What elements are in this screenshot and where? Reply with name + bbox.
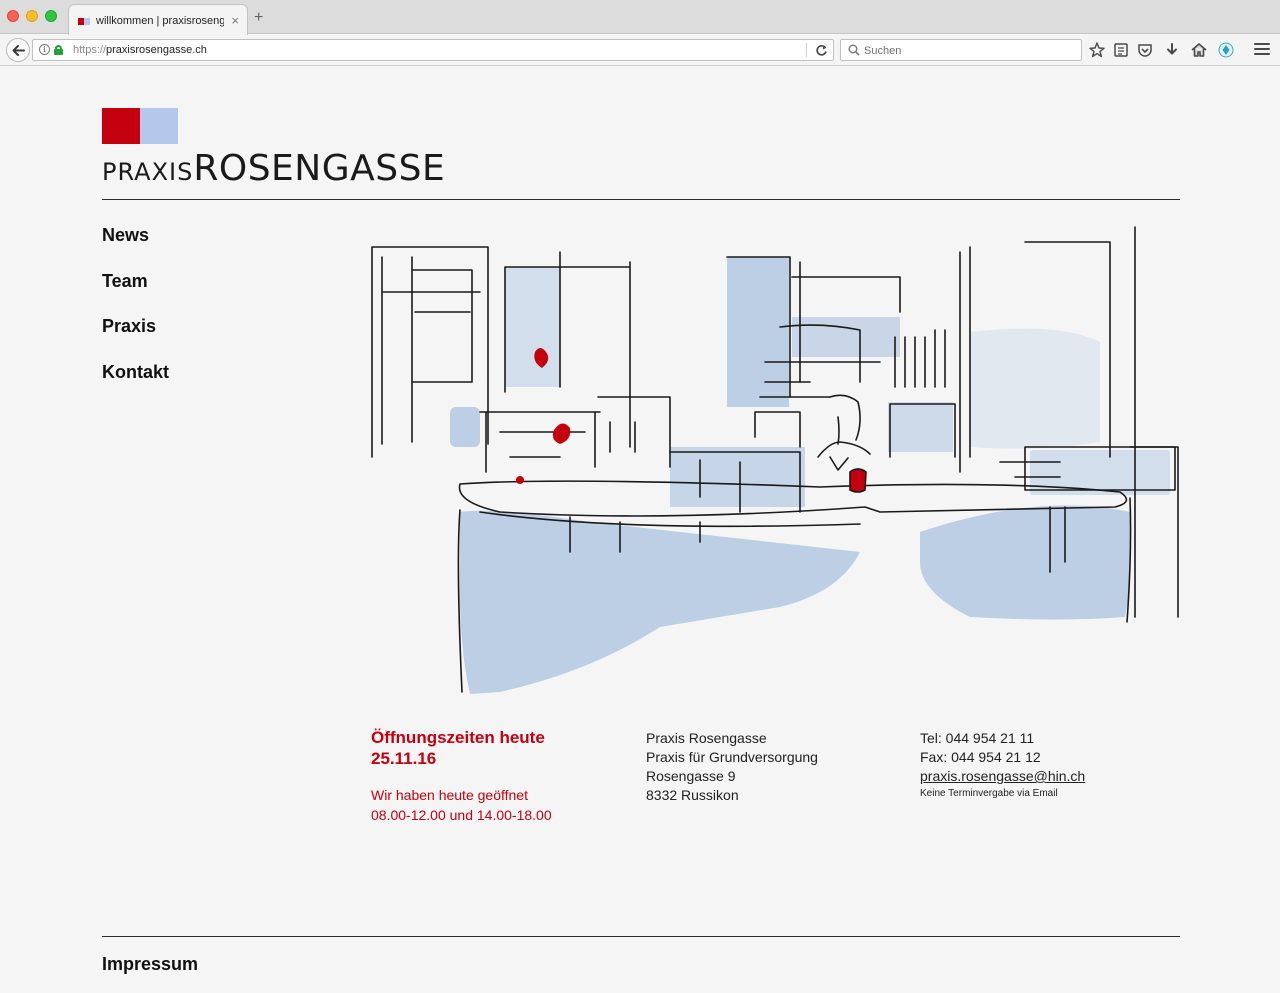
favicon-icon [78,18,90,25]
search-bar[interactable]: Suchen [840,39,1082,61]
nav-item-praxis[interactable]: Praxis [102,316,169,362]
reload-icon[interactable] [815,44,828,57]
opening-hours: Öffnungszeiten heute 25.11.16 Wir haben … [371,727,552,825]
url-bar[interactable]: i https://praxisrosengasse.ch [32,39,834,61]
info-icon[interactable]: i [39,44,50,55]
contact-block: Tel: 044 954 21 11 Fax: 044 954 21 12 pr… [920,729,1085,800]
opening-status: Wir haben heute geöffnet [371,787,528,803]
search-icon [848,44,860,56]
email-link[interactable]: praxis.rosengasse@hin.ch [920,768,1085,784]
opening-hours-heading: Öffnungszeiten heute [371,728,545,747]
back-button[interactable] [6,38,30,62]
tab-title: willkommen | praxisrosenga... [96,15,224,27]
address-line: Praxis Rosengasse [646,730,767,746]
address-line: Rosengasse 9 [646,768,736,784]
home-icon[interactable] [1190,41,1208,59]
zoom-window-button[interactable] [45,10,57,22]
download-icon[interactable] [1163,41,1181,59]
nav-item-news[interactable]: News [102,225,169,271]
nav-item-kontakt[interactable]: Kontakt [102,362,169,408]
opening-times: 08.00-12.00 und 14.00-18.00 [371,807,552,823]
back-arrow-icon [12,45,25,56]
browser-tab[interactable]: willkommen | praxisrosenga... × [68,4,248,35]
logo-red-square [102,108,140,144]
browser-toolbar: i https://praxisrosengasse.ch Suchen [0,35,1280,66]
url-text[interactable]: https://praxisrosengasse.ch [73,44,207,56]
nav-item-team[interactable]: Team [102,271,169,317]
logo-wordmark: PRAXISROSENGASSE [102,148,446,189]
hamburger-menu-icon[interactable] [1254,43,1270,57]
reading-list-icon[interactable] [1112,41,1130,59]
extension-icon[interactable] [1217,41,1235,59]
pocket-icon[interactable] [1136,41,1154,59]
bookmark-star-icon[interactable] [1088,41,1106,59]
address-block: Praxis Rosengasse Praxis für Grundversor… [646,729,818,805]
header-divider [102,199,1180,200]
opening-hours-date: 25.11.16 [371,749,437,768]
new-tab-button[interactable]: + [254,10,263,26]
browser-titlebar: willkommen | praxisrosenga... × + [0,0,1280,35]
close-window-button[interactable] [7,10,19,22]
address-line: 8332 Russikon [646,787,739,803]
minimize-window-button[interactable] [26,10,38,22]
address-line: Praxis für Grundversorgung [646,749,818,765]
logo-blue-square [140,108,178,144]
footer-divider [102,936,1180,937]
reception-illustration [371,226,1179,694]
fax-number: Fax: 044 954 21 12 [920,749,1041,765]
impressum-link[interactable]: Impressum [102,954,198,975]
tab-close-icon[interactable]: × [231,13,239,28]
phone-number[interactable]: Tel: 044 954 21 11 [920,729,1085,748]
main-navigation: News Team Praxis Kontakt [102,225,169,407]
email-note: Keine Terminvergabe via Email [920,788,1058,799]
lock-icon[interactable] [54,45,63,55]
search-placeholder: Suchen [864,45,902,57]
